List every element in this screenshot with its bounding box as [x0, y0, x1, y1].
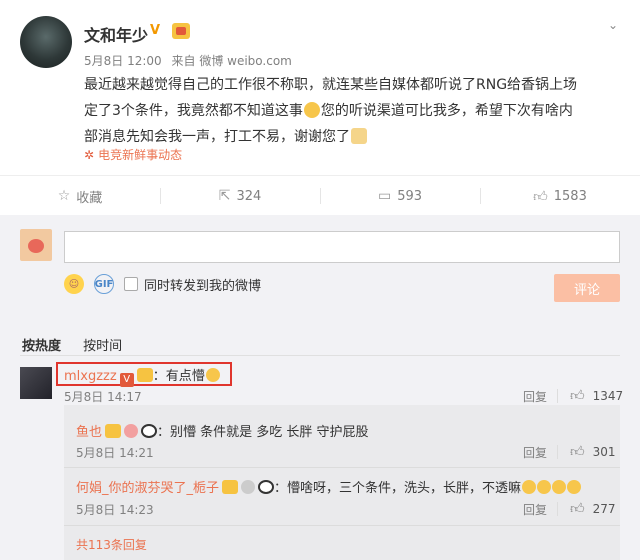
panda-badge-icon: [141, 424, 158, 438]
gif-icon[interactable]: GIF: [94, 274, 114, 294]
drool-emoji-icon: [522, 480, 537, 494]
comment-text: ：有点懵: [152, 369, 205, 384]
verified-v-icon: V: [119, 373, 134, 387]
reply-divider: [64, 467, 620, 468]
comment-icon: ▭: [377, 188, 392, 204]
post-date[interactable]: 5月8日 12:00: [84, 54, 162, 68]
like-button[interactable]: 👍︎ 1583: [480, 176, 640, 216]
tab-by-time[interactable]: 按时间: [83, 339, 122, 354]
reply-like-divider: [557, 389, 558, 403]
favorite-button[interactable]: ☆ 收藏: [0, 176, 160, 216]
submit-comment-button[interactable]: 评论: [554, 274, 620, 302]
weibo-post: 文和年少 V ⌄ 5月8日 12:00 来自 微博 weibo.com 最近越来…: [0, 0, 640, 175]
action-bar: ☆ 收藏 ⇱ 324 ▭ 593 👍︎ 1583: [0, 175, 640, 215]
reply-divider: [64, 525, 620, 526]
medal-badge-icon: [241, 480, 256, 494]
comment-count: 593: [397, 188, 423, 204]
emoji-picker-icon[interactable]: ☺: [64, 274, 84, 294]
laugh-cry-emoji-icon: [303, 102, 320, 118]
sort-divider: [20, 355, 620, 356]
thumbs-up-icon: 👍︎: [533, 188, 548, 205]
sort-tabs: 按热度 按时间: [22, 335, 140, 354]
post-text-line2: 定了3个条件，我竟然都不知道这事 您的听说渠道可比我多，希望下次有啥内: [84, 98, 620, 124]
comment-button[interactable]: ▭ 593: [320, 176, 480, 216]
post-text-line2-a: 定了3个条件，我竟然都不知道这事: [84, 103, 303, 119]
reply-like-button[interactable]: 👍︎ 277: [570, 500, 616, 517]
star-icon: ☆: [57, 188, 71, 204]
reply-button[interactable]: 回复: [523, 444, 547, 461]
more-replies-link[interactable]: 共113条回复: [76, 536, 147, 553]
pray-hands-emoji-icon: [351, 128, 367, 144]
commenter-name[interactable]: mlxgzzz: [64, 369, 117, 384]
thumbs-up-icon: 👍︎: [570, 501, 585, 517]
reply-like-count: 277: [592, 501, 616, 516]
fan-badge-icon: [124, 424, 139, 438]
member-badge-icon: [105, 424, 122, 438]
reply-time: 5月8日 14:21: [76, 446, 154, 460]
post-text-line3-text: 部消息先知会我一声，打工不易，谢谢您了: [84, 129, 350, 145]
replier-name[interactable]: 鱼也: [76, 425, 102, 440]
reply-like-count: 301: [592, 444, 616, 459]
member-badge-icon: [222, 480, 239, 494]
reply-text: ：懵啥呀，三个条件，洗头，长胖，不透嘛: [274, 481, 522, 496]
commenter-avatar[interactable]: [20, 367, 52, 399]
post-text-line2-b: 您的听说渠道可比我多，希望下次有啥内: [320, 103, 573, 119]
post-text-line1: 最近越来越觉得自己的工作很不称职，就连某些自媒体都听说了RNG给香锅上场: [84, 77, 578, 93]
post-meta: 5月8日 12:00 来自 微博 weibo.com: [84, 52, 298, 69]
post-source: 来自 微博 weibo.com: [171, 54, 292, 68]
member-badge-icon: [136, 368, 153, 382]
tab-by-hot[interactable]: 按热度: [22, 339, 61, 354]
repost-count: 324: [236, 188, 262, 204]
reply-button[interactable]: 回复: [523, 388, 547, 405]
panda-badge-icon: [258, 480, 275, 494]
topic-icon: ✲: [84, 148, 95, 162]
comment-like-button[interactable]: 👍︎ 1347: [570, 387, 623, 404]
thumbs-up-icon: 👍︎: [570, 444, 585, 460]
comment-like-count: 1347: [592, 388, 624, 403]
chevron-down-icon[interactable]: ⌄: [608, 18, 618, 32]
comment-area: ☺ GIF 同时转发到我的微博 评论 按热度 按时间 mlxgzzz V ：有点懵 …: [0, 215, 640, 560]
thumbs-up-icon: 👍︎: [570, 388, 585, 404]
like-count: 1583: [553, 188, 587, 204]
drool-emoji-icon: [567, 480, 582, 494]
sync-label[interactable]: 同时转发到我的微博: [144, 275, 261, 294]
reply-like-divider: [557, 502, 558, 516]
reply-item: 何娟_你的淑芬哭了_栀子 ：懵啥呀，三个条件，洗头，长胖，不透嘛: [76, 477, 582, 496]
repost-button[interactable]: ⇱ 324: [160, 176, 320, 216]
reply-time: 5月8日 14:23: [76, 503, 154, 517]
my-avatar: [20, 229, 52, 261]
reply-text: ：别懵 条件就是 多吃 长胖 守护屁股: [157, 425, 369, 440]
post-content: 最近越来越觉得自己的工作很不称职，就连某些自媒体都听说了RNG给香锅上场 定了3…: [84, 72, 620, 150]
repost-icon: ⇱: [218, 188, 231, 204]
drool-emoji-icon: [537, 480, 552, 494]
author-avatar[interactable]: [20, 16, 72, 68]
verified-v-icon: V: [150, 23, 161, 38]
reply-like-button[interactable]: 👍︎ 301: [570, 443, 616, 460]
topic-link[interactable]: ✲ 电竞新鲜事动态: [84, 146, 182, 163]
reply-button[interactable]: 回复: [523, 501, 547, 518]
composer-tools: ☺ GIF 同时转发到我的微博: [64, 273, 261, 295]
confused-emoji-icon: [205, 368, 220, 382]
comment-item: mlxgzzz V ：有点懵: [64, 365, 220, 387]
member-badge-icon: [172, 23, 190, 39]
comment-time: 5月8日 14:17: [64, 390, 142, 404]
topic-label[interactable]: 电竞新鲜事动态: [98, 148, 182, 162]
drool-emoji-icon: [552, 480, 567, 494]
replier-name[interactable]: 何娟_你的淑芬哭了_栀子: [76, 481, 219, 496]
author-name[interactable]: 文和年少: [84, 22, 148, 46]
comment-input[interactable]: [64, 231, 620, 263]
reply-item: 鱼也 ：别懵 条件就是 多吃 长胖 守护屁股: [76, 421, 369, 440]
reply-like-divider: [557, 445, 558, 459]
sync-checkbox[interactable]: [124, 277, 138, 291]
favorite-label: 收藏: [76, 190, 103, 206]
